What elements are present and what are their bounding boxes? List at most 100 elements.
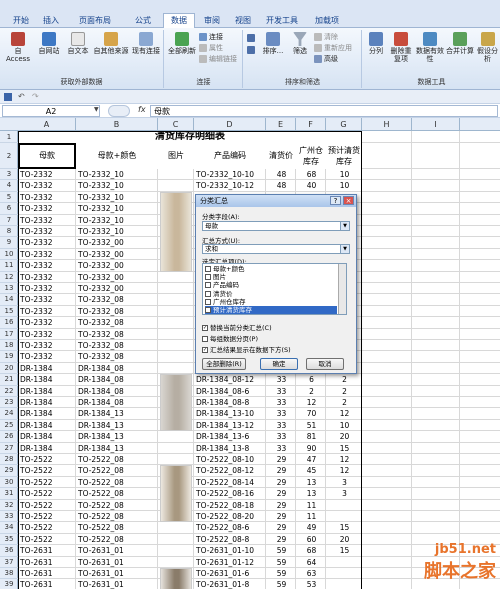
table-cell[interactable]: DR-1384	[20, 408, 75, 419]
tab-addins[interactable]: 加载项	[307, 14, 347, 28]
product-photo[interactable]	[160, 568, 192, 589]
column-header[interactable]: D	[194, 118, 266, 131]
tab-home[interactable]: 开始	[6, 14, 36, 28]
subtotal-item[interactable]: 广州仓库存	[205, 298, 337, 306]
table-cell[interactable]: TO-2332	[20, 237, 75, 248]
checkbox[interactable]	[205, 266, 211, 272]
undo-icon[interactable]: ↶	[18, 92, 25, 101]
table-cell[interactable]: TO-2332_10	[78, 169, 157, 180]
table-cell[interactable]: 11	[298, 500, 325, 511]
table-cell[interactable]: DR-1384	[20, 363, 75, 374]
table-cell[interactable]: TO-2522_08	[78, 477, 157, 488]
row-header[interactable]: 16	[0, 317, 18, 329]
table-cell[interactable]: 68	[298, 169, 325, 180]
table-cell[interactable]: TO-2631	[20, 568, 75, 579]
column-header[interactable]: I	[412, 118, 460, 131]
table-cell[interactable]: TO-2332_00	[78, 283, 157, 294]
formula-input[interactable]: 母款	[150, 105, 498, 117]
table-cell[interactable]: TO-2332_00	[78, 237, 157, 248]
table-cell[interactable]: TO-2522	[20, 477, 75, 488]
table-cell[interactable]: TO-2522	[20, 465, 75, 476]
row-header[interactable]: 15	[0, 306, 18, 318]
table-cell[interactable]: TO-2631_01-8	[196, 579, 265, 589]
table-cell[interactable]: DR-1384_08	[78, 397, 157, 408]
table-cell[interactable]: 33	[268, 397, 295, 408]
row-header[interactable]: 36	[0, 545, 18, 557]
properties-button[interactable]: 属性	[199, 44, 223, 52]
table-cell[interactable]: 29	[268, 522, 295, 533]
table-cell[interactable]: 48	[268, 169, 295, 180]
table-cell[interactable]: DR-1384_08	[78, 363, 157, 374]
row-header[interactable]: 23	[0, 397, 18, 409]
table-cell[interactable]: TO-2522_08	[78, 454, 157, 465]
table-cell[interactable]: 12	[328, 454, 361, 465]
table-cell[interactable]: TO-2332	[20, 180, 75, 191]
row-header[interactable]: 18	[0, 340, 18, 352]
row-header[interactable]: 37	[0, 557, 18, 568]
table-cell[interactable]: TO-2332	[20, 169, 75, 180]
table-cell[interactable]: TO-2522	[20, 522, 75, 533]
table-cell[interactable]: TO-2332_10	[78, 180, 157, 191]
row-header[interactable]: 26	[0, 431, 18, 443]
table-cell[interactable]: 15	[328, 522, 361, 533]
from-web-button[interactable]: 自网站	[35, 32, 63, 55]
subtotal-items-list[interactable]: 母款+颜色 图片 产品编码 清货价 广州仓库存 ✓ 预计清货库存	[202, 263, 347, 315]
table-cell[interactable]: DR-1384	[20, 443, 75, 454]
table-cell[interactable]: TO-2332	[20, 192, 75, 203]
table-cell[interactable]: 48	[268, 180, 295, 191]
subtotal-item[interactable]: 产品编码	[205, 281, 337, 289]
row-header[interactable]: 32	[0, 500, 18, 511]
from-other-sources-button[interactable]: 自其他来源	[93, 32, 129, 55]
row-header[interactable]: 38	[0, 568, 18, 580]
table-cell[interactable]: TO-2522_08-6	[196, 522, 265, 533]
table-cell[interactable]: DR-1384	[20, 386, 75, 397]
table-cell[interactable]: TO-2631_01	[78, 557, 157, 568]
header-cell[interactable]: 母款+颜色	[76, 143, 158, 169]
table-cell[interactable]: TO-2522_08-16	[196, 488, 265, 499]
table-cell[interactable]: DR-1384_08-12	[196, 374, 265, 385]
table-cell[interactable]	[328, 500, 361, 511]
table-cell[interactable]: 29	[268, 500, 295, 511]
tab-formulas[interactable]: 公式	[126, 14, 160, 28]
table-cell[interactable]: TO-2522_08-20	[196, 511, 265, 522]
row-header[interactable]: 30	[0, 477, 18, 489]
row-header[interactable]: 35	[0, 534, 18, 546]
row-header[interactable]: 12	[0, 272, 18, 283]
table-cell[interactable]: TO-2522_08	[78, 488, 157, 499]
table-cell[interactable]: TO-2332	[20, 317, 75, 328]
table-cell[interactable]: 13	[298, 488, 325, 499]
table-cell[interactable]: DR-1384	[20, 397, 75, 408]
table-cell[interactable]: 11	[298, 511, 325, 522]
table-cell[interactable]: 13	[298, 477, 325, 488]
header-cell[interactable]: 产品编码	[194, 143, 266, 169]
product-photo[interactable]	[160, 374, 192, 432]
table-cell[interactable]: TO-2631	[20, 557, 75, 568]
table-cell[interactable]: TO-2522_08	[78, 522, 157, 533]
table-cell[interactable]: TO-2332	[20, 283, 75, 294]
table-cell[interactable]: TO-2332	[20, 215, 75, 226]
table-cell[interactable]: 29	[268, 534, 295, 545]
row-header[interactable]: 34	[0, 522, 18, 534]
table-cell[interactable]: 2	[298, 386, 325, 397]
table-cell[interactable]: TO-2332_08	[78, 351, 157, 362]
text-to-columns-button[interactable]: 分列	[365, 32, 387, 55]
clear-button[interactable]: 清除	[314, 33, 338, 41]
table-cell[interactable]: DR-1384	[20, 431, 75, 442]
table-cell[interactable]	[328, 557, 361, 568]
row-header[interactable]: 14	[0, 294, 18, 306]
row-header[interactable]: 2	[0, 143, 18, 169]
row-header[interactable]: 19	[0, 351, 18, 363]
table-cell[interactable]: 29	[268, 465, 295, 476]
function-select[interactable]: 求和 ▼	[202, 244, 350, 254]
table-cell[interactable]: DR-1384_08	[78, 386, 157, 397]
table-cell[interactable]: DR-1384_13-10	[196, 408, 265, 419]
edit-links-button[interactable]: 编辑链接	[199, 55, 237, 63]
table-cell[interactable]: 40	[298, 180, 325, 191]
column-header[interactable]: H	[362, 118, 412, 131]
name-box[interactable]: A2	[2, 105, 100, 117]
subtotal-item[interactable]: 清货价	[205, 290, 337, 298]
product-photo[interactable]	[160, 191, 192, 272]
table-cell[interactable]: TO-2522	[20, 454, 75, 465]
table-cell[interactable]: 68	[298, 545, 325, 556]
row-header[interactable]: 27	[0, 443, 18, 454]
